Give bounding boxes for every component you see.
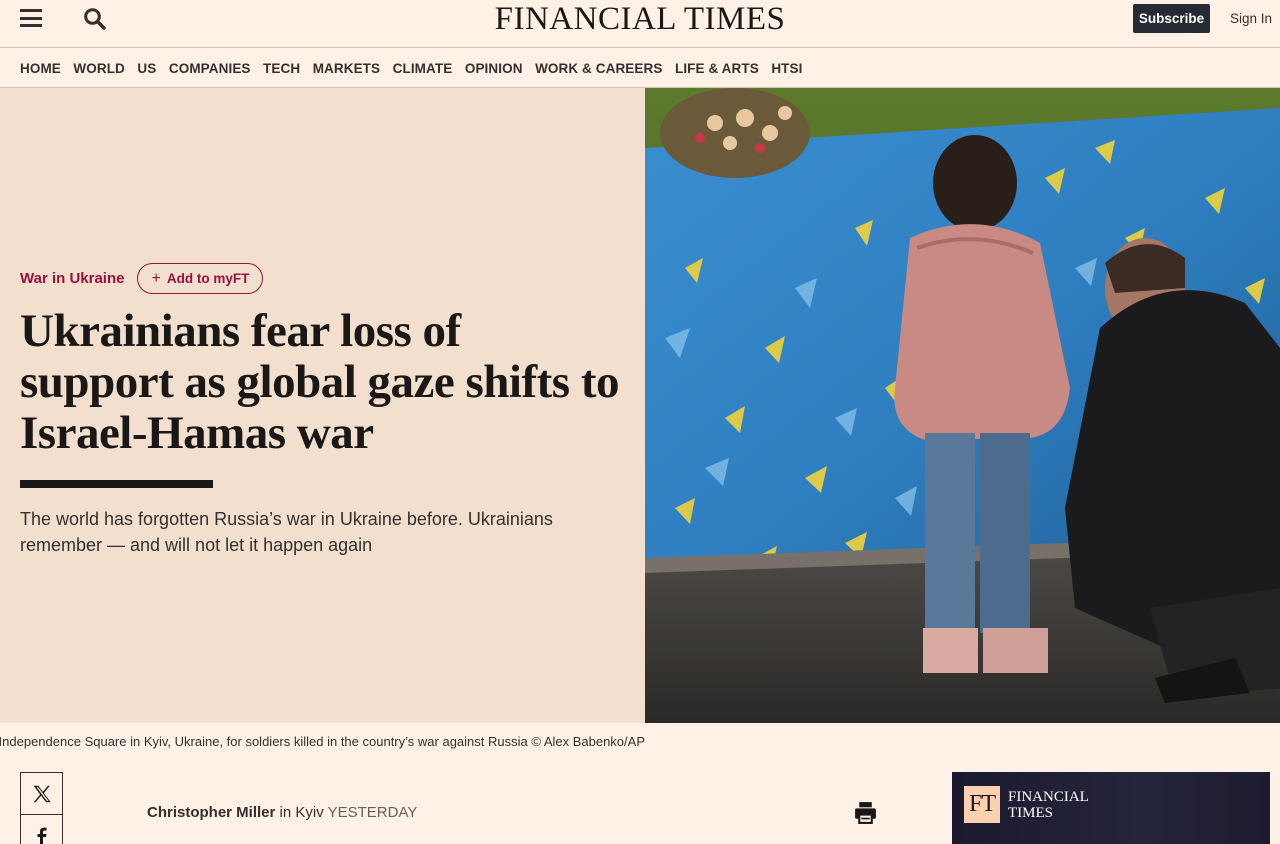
photo-caption: Independence Square in Kyiv, Ukraine, fo… [0, 734, 645, 749]
share-facebook-button[interactable] [20, 814, 63, 844]
hero-photo [645, 88, 1280, 723]
sign-in-link[interactable]: Sign In [1230, 11, 1272, 26]
nav-item-us[interactable]: US [137, 61, 156, 76]
byline-location: in Kyiv [279, 804, 324, 821]
x-icon [33, 785, 51, 802]
nav-item-htsi[interactable]: HTSI [771, 61, 802, 76]
plus-icon: + [151, 269, 161, 287]
topic-row: War in Ukraine + Add to myFT [20, 263, 264, 294]
main-navigation: HOME WORLD US COMPANIES TECH MARKETS CLIMATE OP… [0, 49, 1280, 88]
nav-item-markets[interactable]: MARKETS [313, 61, 380, 76]
article-standfirst: The world has forgotten Russia’s war in … [20, 509, 553, 555]
nav-item-tech[interactable]: TECH [263, 61, 300, 76]
ad-brand-name: FINANCIAL TIMES [1008, 789, 1089, 821]
publish-time: YESTERDAY [327, 804, 418, 821]
article-headline: Ukrainians fear loss of support as globa… [20, 305, 619, 459]
subscribe-button[interactable]: Subscribe [1133, 4, 1210, 33]
add-to-myft-button[interactable]: + Add to myFT [137, 263, 264, 294]
nav-item-companies[interactable]: COMPANIES [169, 61, 251, 76]
topic-link[interactable]: War in Ukraine [20, 270, 124, 287]
facebook-icon [37, 827, 47, 844]
top-bar: FINANCIAL TIMES Subscribe Sign In [0, 0, 1280, 48]
nav-item-life-arts[interactable]: LIFE & ARTS [675, 61, 759, 76]
ft-advertisement[interactable]: FT FINANCIAL TIMES [952, 772, 1270, 844]
nav-item-work-careers[interactable]: WORK & CAREERS [535, 61, 662, 76]
ad-brand-line1: FINANCIAL [1008, 789, 1089, 805]
print-icon[interactable] [853, 800, 878, 825]
site-logo[interactable]: FINANCIAL TIMES [0, 0, 1280, 38]
ad-brand-line2: TIMES [1008, 805, 1053, 821]
ft-badge-logo: FT [964, 786, 1000, 823]
add-to-myft-label: Add to myFT [166, 271, 250, 286]
nav-item-climate[interactable]: CLIMATE [393, 61, 453, 76]
nav-item-opinion[interactable]: OPINION [465, 61, 523, 76]
author-link[interactable]: Christopher Miller [147, 804, 275, 821]
share-x-button[interactable] [20, 772, 63, 815]
byline: Christopher Miller in Kyiv YESTERDAY [147, 804, 417, 821]
headline-divider [20, 480, 213, 488]
nav-item-world[interactable]: WORLD [73, 61, 125, 76]
nav-item-home[interactable]: HOME [20, 61, 61, 76]
